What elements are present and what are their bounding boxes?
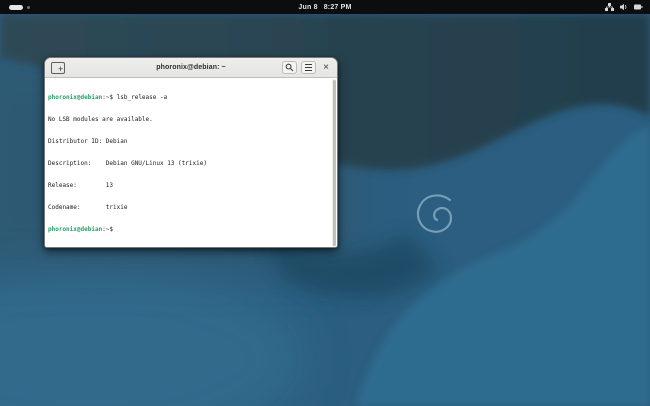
new-tab-button[interactable]: + [51,62,65,74]
terminal-line: Distributor ID: Debian [48,138,128,146]
hamburger-menu-icon [305,64,312,71]
network-icon [605,3,614,11]
date-label: Jun 8 [298,3,318,11]
scrollbar-thumb[interactable] [332,80,336,246]
gnome-top-bar: Jun 8 8:27 PM [0,0,650,14]
prompt-suffix: :~$ [102,94,117,102]
search-icon [285,60,294,75]
titlebar-controls: × [282,61,332,74]
menu-button[interactable] [301,61,316,74]
terminal-window: + phoronix@debian: ~ × phoronix@debian:~… [44,57,338,248]
terminal-line: Release: 13 [48,182,114,190]
battery-icon [634,3,643,11]
clock-menu[interactable]: Jun 8 8:27 PM [0,0,650,14]
search-button[interactable] [282,61,297,74]
terminal-titlebar[interactable]: + phoronix@debian: ~ × [45,58,337,78]
volume-icon [620,3,628,11]
command-text: lsb_release -a [116,94,168,102]
terminal-line: No LSB modules are available. [48,116,153,124]
system-status-area[interactable] [605,0,643,14]
desktop-screen: Jun 8 8:27 PM + phoronix@debian: ~ × pho… [0,0,650,406]
close-button[interactable]: × [320,61,332,74]
prompt-suffix: :~$ [102,226,114,234]
terminal-line: phoronix@debian:~$ [48,226,329,233]
time-label: 8:27 PM [323,3,352,11]
prompt-user: phoronix@debian [48,226,103,234]
terminal-line: Codename: trixie [48,204,128,212]
terminal-content[interactable]: phoronix@debian:~$ lsb_release -a No LSB… [45,78,337,247]
terminal-line: Description: Debian GNU/Linux 13 (trixie… [48,160,207,168]
prompt-user: phoronix@debian [48,94,103,102]
terminal-scrollbar[interactable] [332,79,336,247]
terminal-line: phoronix@debian:~$ lsb_release -a [48,94,329,101]
